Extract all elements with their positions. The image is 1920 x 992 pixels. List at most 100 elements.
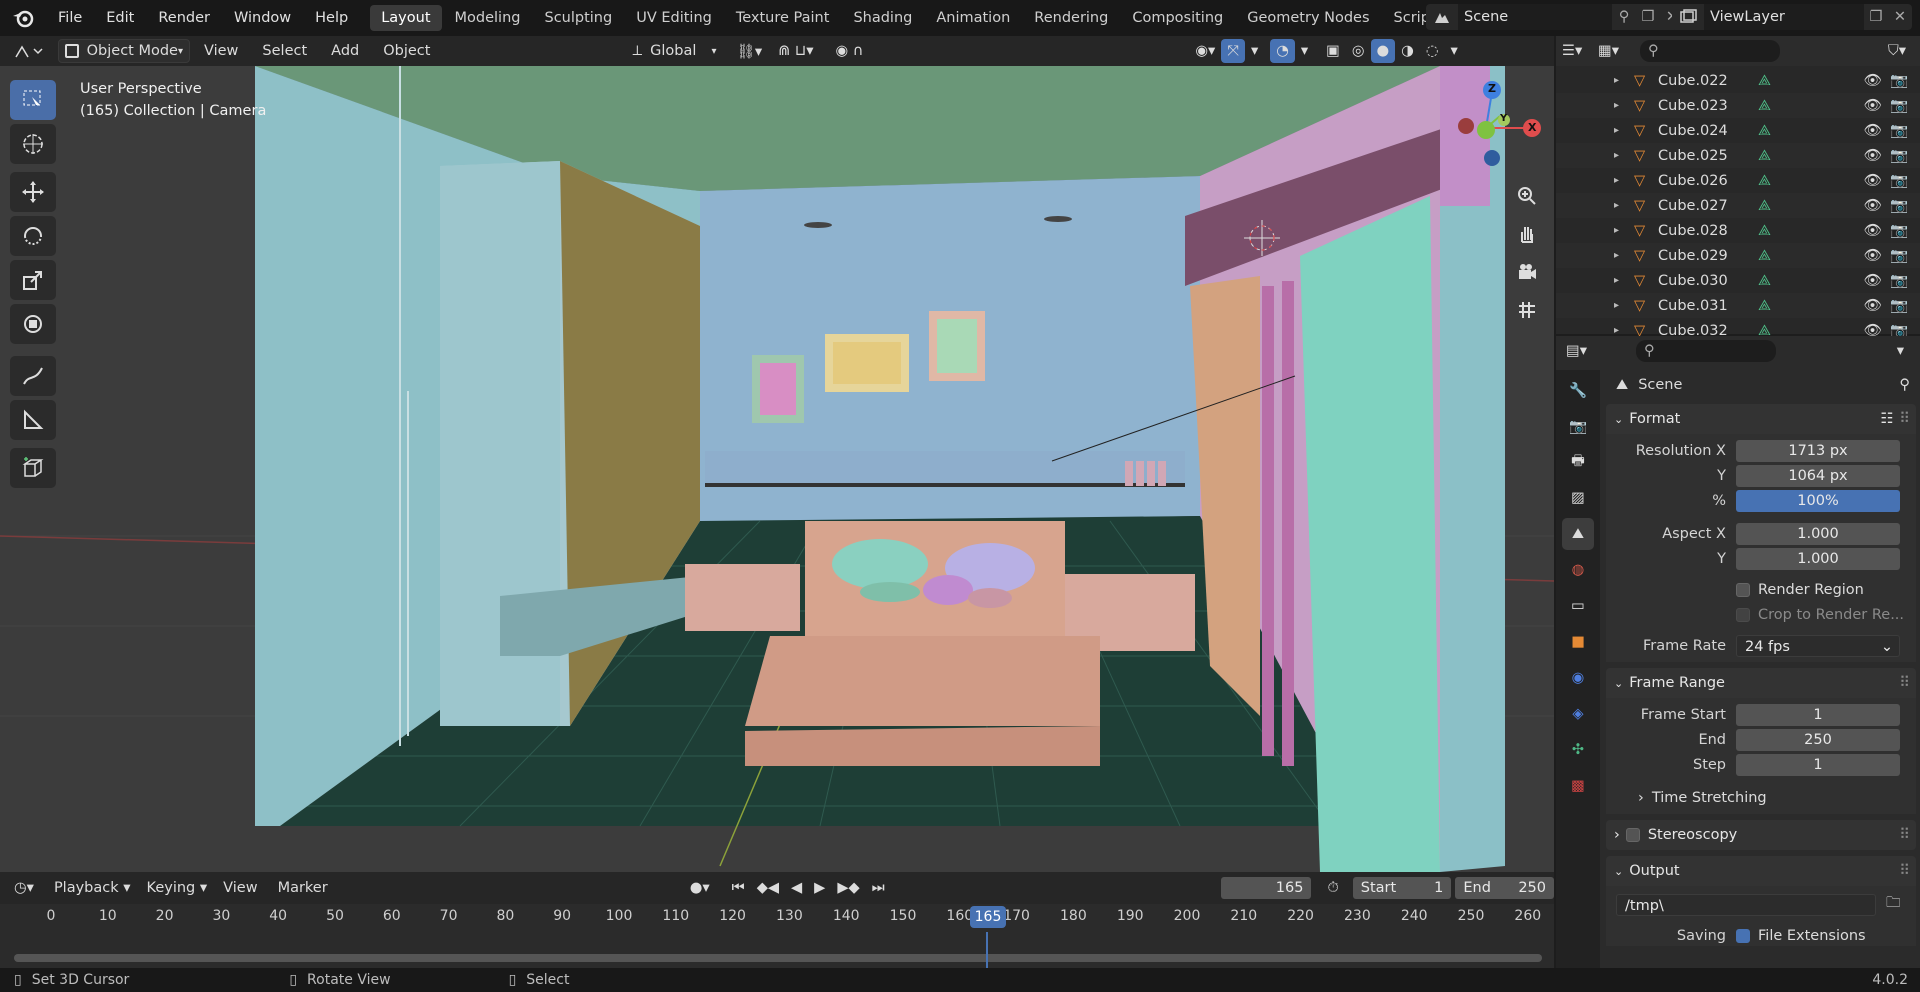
select-box-tool-icon[interactable] — [10, 80, 56, 120]
expand-arrow-icon[interactable]: ▸ — [1614, 200, 1628, 211]
gizmo-dropdown-icon[interactable]: ▾ — [1245, 39, 1264, 63]
menu-keying[interactable]: Keying ▾ — [141, 876, 214, 900]
proportional-edit-icon[interactable]: ◉ ∩ — [830, 39, 870, 63]
eye-icon[interactable]: 👁 — [1864, 97, 1882, 114]
mesh-data-icon[interactable]: ⟁ — [1758, 123, 1771, 139]
eye-icon[interactable]: 👁 — [1864, 172, 1882, 189]
tab-texture-paint[interactable]: Texture Paint — [725, 5, 841, 31]
mesh-data-icon[interactable]: ⟁ — [1758, 73, 1771, 89]
tab-compositing[interactable]: Compositing — [1121, 5, 1234, 31]
3d-viewport[interactable]: User Perspective (165) Collection | Came… — [0, 66, 1554, 872]
tool-tab-icon[interactable]: 🔧 — [1562, 374, 1594, 406]
pivot-icon[interactable]: ⛓▾ — [730, 39, 768, 63]
start-frame-field[interactable]: Start 1 — [1352, 877, 1452, 899]
outliner-row[interactable]: ▸ ▽ Cube.028 ⟁ 👁 📷 — [1556, 218, 1920, 243]
record-icon[interactable]: ●▾ — [684, 876, 716, 900]
solid-shading-icon[interactable]: ● — [1370, 39, 1396, 63]
new-scene-icon[interactable]: ❐ — [1636, 4, 1660, 30]
wireframe-shading-icon[interactable]: ◎ — [1346, 39, 1371, 63]
current-frame-field[interactable]: 165 — [1220, 877, 1312, 899]
eye-icon[interactable]: 👁 — [1864, 222, 1882, 239]
ortho-grid-icon[interactable] — [1511, 294, 1543, 326]
format-panel-header[interactable]: ⌄ Format ☷ ⠿ — [1606, 404, 1916, 434]
scene-name[interactable]: Scene — [1458, 4, 1612, 30]
play-reverse-icon[interactable]: ◀ — [785, 876, 808, 900]
object-tab-icon[interactable]: ■ — [1562, 626, 1594, 658]
camera-render-icon[interactable]: 📷 — [1890, 197, 1908, 214]
viewlayer-name[interactable]: ViewLayer — [1704, 4, 1864, 30]
file-extensions-checkbox[interactable] — [1736, 928, 1750, 943]
drag-handle-icon[interactable]: ⠿ — [1899, 411, 1910, 427]
filter-icon[interactable]: ⛉▾ — [1888, 43, 1906, 59]
eye-icon[interactable]: 👁 — [1864, 197, 1882, 214]
timeline-area[interactable]: 0 10 20 30 40 50 60 70 80 90 100 110 120 130 140 150 160… — [0, 904, 1554, 968]
view-layer-tab-icon[interactable]: ▨ — [1562, 482, 1594, 514]
frame-end-field[interactable]: 250 — [1736, 728, 1900, 751]
xray-icon[interactable]: ▣ — [1320, 39, 1346, 63]
expand-arrow-icon[interactable]: ▸ — [1614, 250, 1628, 261]
outliner-row[interactable]: ▸ ▽ Cube.027 ⟁ 👁 📷 — [1556, 193, 1920, 218]
aspect-x-field[interactable]: 1.000 — [1736, 522, 1900, 545]
scale-tool-icon[interactable] — [10, 260, 56, 300]
drag-handle-icon[interactable]: ⠿ — [1899, 675, 1910, 691]
time-stretching-subpanel[interactable]: › Time Stretching — [1610, 785, 1912, 810]
material-shading-icon[interactable]: ◑ — [1395, 39, 1420, 63]
outliner-row[interactable]: ▸ ▽ Cube.025 ⟁ 👁 📷 — [1556, 143, 1920, 168]
cursor-tool-icon[interactable] — [10, 124, 56, 164]
expand-arrow-icon[interactable]: ▸ — [1614, 225, 1628, 236]
menu-file[interactable]: File — [46, 4, 94, 32]
pin-icon[interactable]: ⚲ — [1899, 377, 1910, 393]
expand-arrow-icon[interactable]: ▸ — [1614, 275, 1628, 286]
scene-tab-icon[interactable]: ⛰ — [1562, 518, 1594, 550]
drag-handle-icon[interactable]: ⠿ — [1899, 863, 1910, 879]
properties-search-input[interactable]: ⚲ — [1636, 340, 1776, 362]
frame-ruler[interactable]: 0 10 20 30 40 50 60 70 80 90 100 110 120 130 140 150 160… — [0, 904, 1554, 932]
editor-type-icon[interactable] — [8, 39, 50, 63]
frame-rate-dropdown[interactable]: 24 fps ⌄ — [1736, 634, 1900, 657]
mesh-data-icon[interactable]: ⟁ — [1758, 198, 1771, 214]
jump-keyframe-back-icon[interactable]: ◆◀ — [751, 876, 785, 900]
outliner-row[interactable]: ▸ ▽ Cube.024 ⟁ 👁 📷 — [1556, 118, 1920, 143]
visibility-icon[interactable]: ◉▾ — [1189, 39, 1221, 63]
tab-shading[interactable]: Shading — [842, 5, 923, 31]
mesh-data-icon[interactable]: ⟁ — [1758, 173, 1771, 189]
move-tool-icon[interactable] — [10, 172, 56, 212]
annotate-tool-icon[interactable] — [10, 356, 56, 396]
snap-icon[interactable]: ⋒ ⊔▾ — [772, 39, 819, 63]
scrollbar-thumb[interactable] — [14, 954, 1542, 962]
mesh-data-icon[interactable]: ⟁ — [1758, 248, 1771, 264]
shading-dropdown-icon[interactable]: ▾ — [1444, 39, 1463, 63]
tab-modeling[interactable]: Modeling — [444, 5, 532, 31]
outliner-row[interactable]: ▸ ▽ Cube.022 ⟁ 👁 📷 — [1556, 68, 1920, 93]
menu-marker[interactable]: Marker — [272, 876, 334, 900]
properties-editor-icon[interactable]: ▤▾ — [1566, 343, 1606, 359]
camera-render-icon[interactable]: 📷 — [1890, 172, 1908, 189]
stereoscopy-checkbox[interactable] — [1625, 828, 1640, 842]
pin-icon[interactable]: ⚲ — [1612, 4, 1636, 30]
tab-layout[interactable]: Layout — [370, 5, 442, 31]
frame-range-panel-header[interactable]: ⌄ Frame Range ⠿ — [1606, 668, 1916, 698]
particles-tab-icon[interactable]: ◈ — [1562, 698, 1594, 730]
collection-tab-icon[interactable]: ▭ — [1562, 590, 1594, 622]
timeline-editor-icon[interactable]: ◷▾ — [8, 876, 40, 900]
menu-timeline-view[interactable]: View — [217, 876, 263, 900]
output-path-field[interactable]: /tmp\ — [1616, 893, 1876, 916]
eye-icon[interactable]: 👁 — [1864, 297, 1882, 314]
properties-options-icon[interactable]: ▾ — [1897, 343, 1904, 359]
render-region-checkbox[interactable] — [1736, 582, 1750, 597]
viewlayer-selector[interactable]: ViewLayer ❐ ✕ — [1672, 4, 1912, 30]
mesh-data-icon[interactable]: ⟁ — [1758, 223, 1771, 239]
frame-start-field[interactable]: 1 — [1736, 703, 1900, 726]
rendered-shading-icon[interactable]: ◌ — [1420, 39, 1445, 63]
menu-render[interactable]: Render — [146, 4, 222, 32]
orientation-dropdown[interactable]: ⟂ Global ▾ — [626, 39, 722, 63]
pan-hand-icon[interactable] — [1511, 218, 1543, 250]
menu-edit[interactable]: Edit — [94, 4, 146, 32]
mesh-data-icon[interactable]: ⟁ — [1758, 98, 1771, 114]
jump-keyframe-forward-icon[interactable]: ▶◆ — [831, 876, 865, 900]
outliner-search-input[interactable]: ⚲ — [1640, 40, 1780, 62]
frame-step-field[interactable]: 1 — [1736, 753, 1900, 776]
new-viewlayer-icon[interactable]: ❐ — [1864, 4, 1888, 30]
output-panel-header[interactable]: ⌄ Output ⠿ — [1606, 856, 1916, 886]
jump-end-icon[interactable]: ⏭ — [866, 876, 891, 900]
